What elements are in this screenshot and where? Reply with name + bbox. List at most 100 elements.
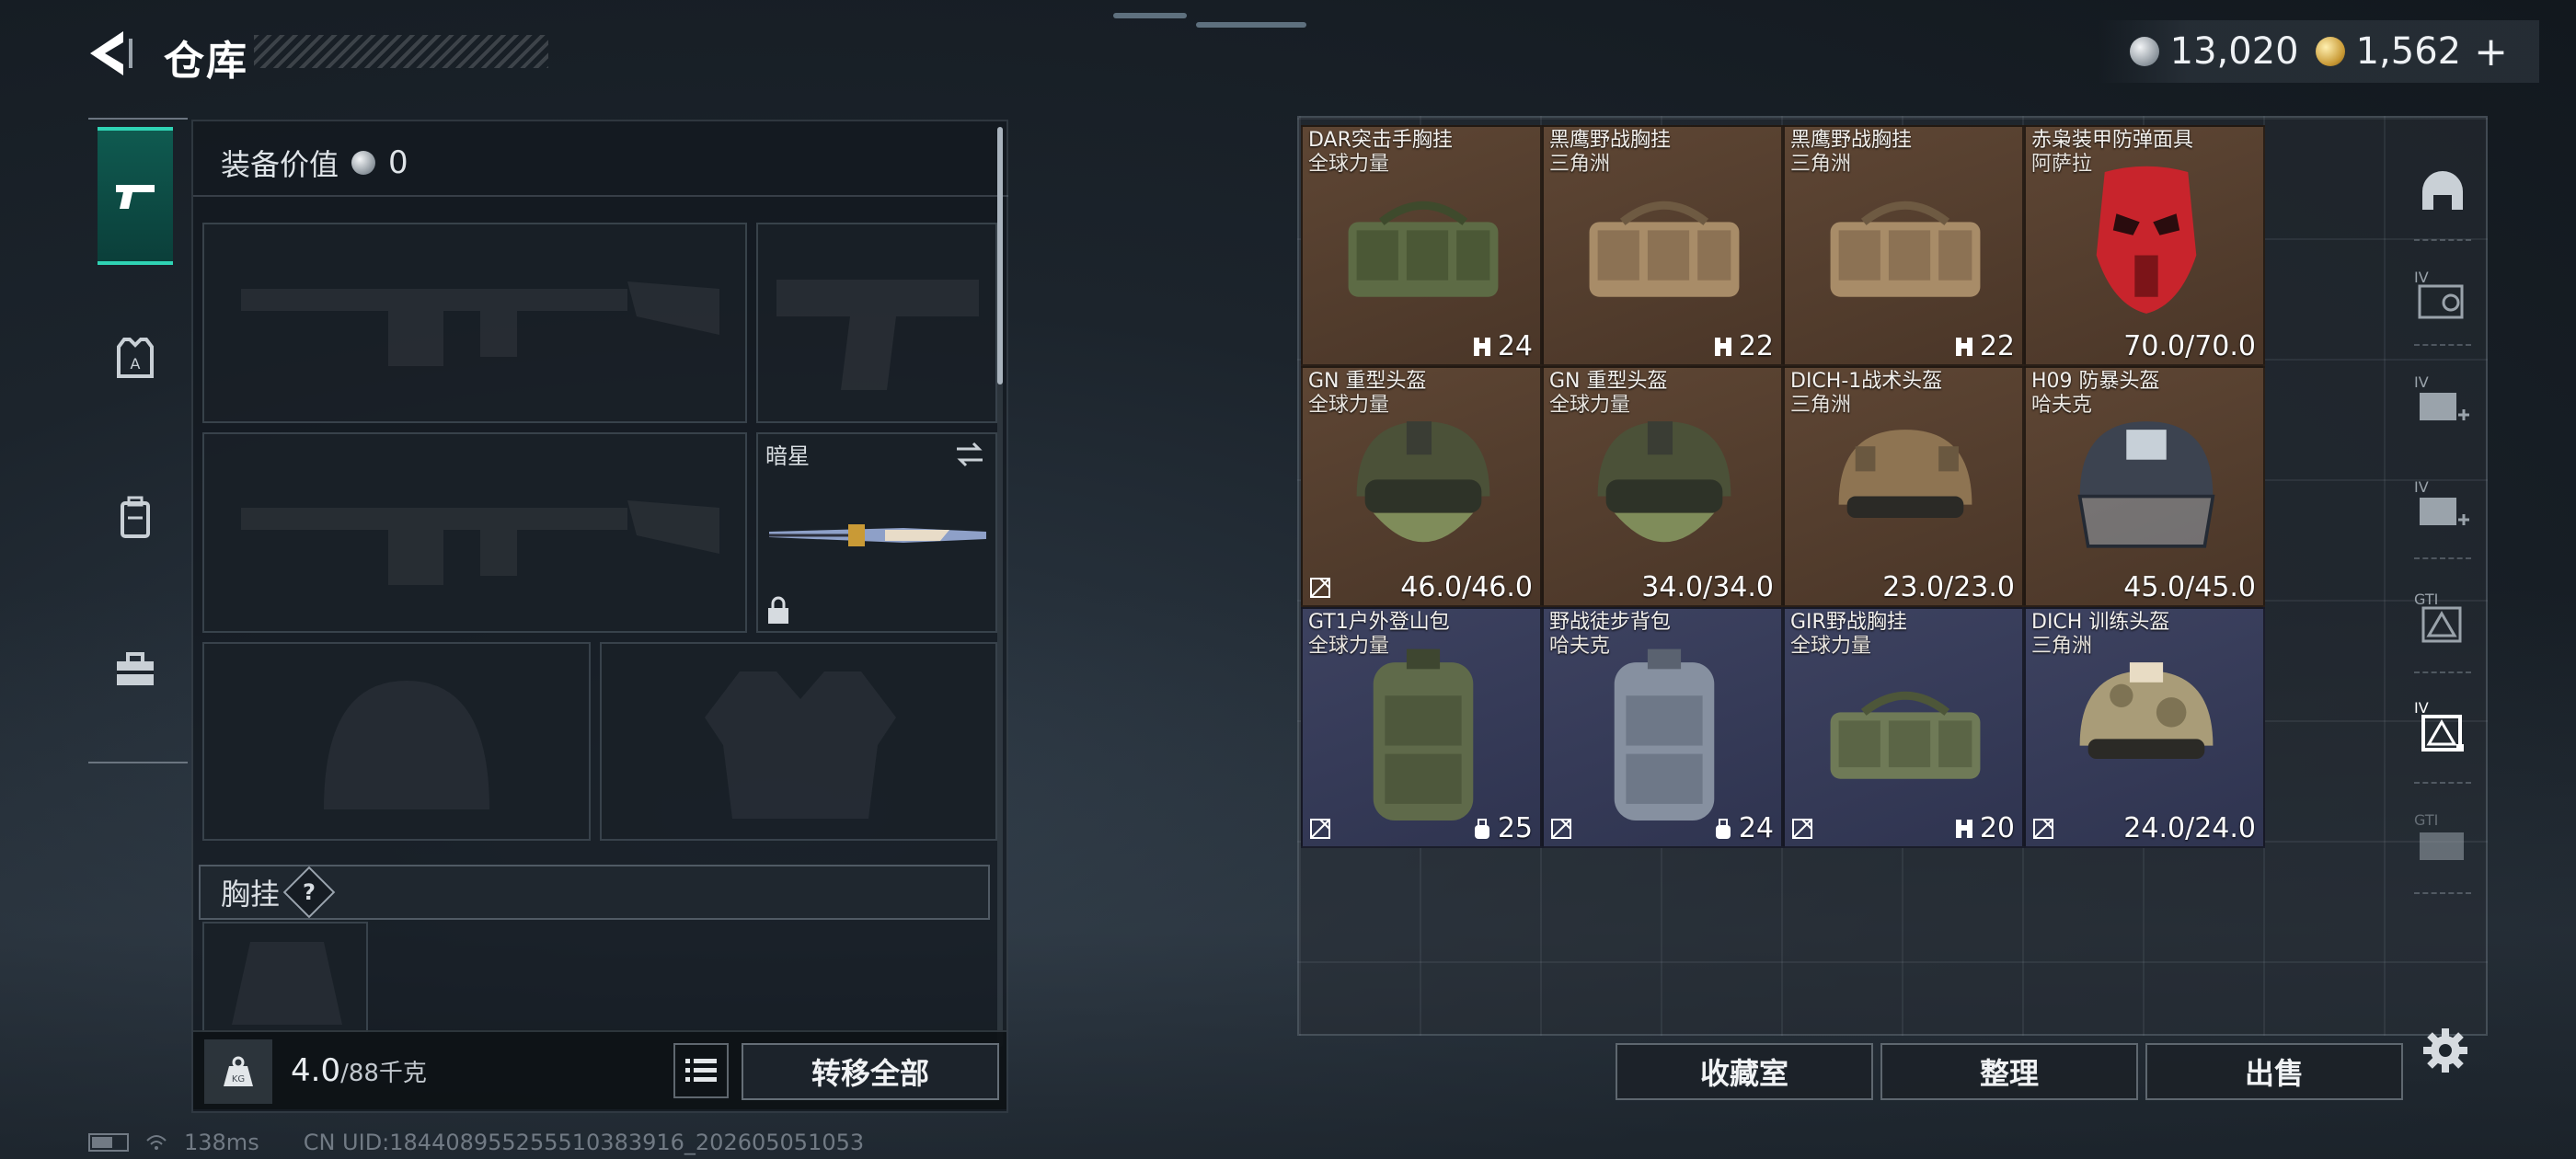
stash-item[interactable]: 黑鹰野战胸挂 三角洲 22	[1542, 125, 1783, 366]
swap-icon[interactable]	[953, 438, 986, 471]
stash-item[interactable]: GIR野战胸挂 全球力量 20	[1783, 607, 2024, 848]
item-stat: 70.0/70.0	[2123, 330, 2256, 362]
pistol-icon	[116, 185, 155, 209]
item-stat: 22	[1954, 330, 2015, 362]
gold-currency[interactable]: 1,562 +	[2315, 29, 2508, 75]
stash-item[interactable]: 赤枭装甲防弹面具 阿萨拉 70.0/70.0	[2024, 125, 2265, 366]
item-faction: 全球力量	[1790, 635, 1872, 658]
svg-text:IV: IV	[2414, 699, 2429, 717]
chest-rig-slot[interactable]	[202, 922, 368, 1032]
stash-grid: DAR突击手胸挂 全球力量 24 黑鹰野战胸挂 三角洲 22 黑鹰野战胸挂 三角洲 22 赤枭装甲…	[1301, 125, 2480, 1027]
list-icon	[685, 1059, 717, 1082]
ping-value: 138ms	[184, 1130, 259, 1155]
stash-item[interactable]: DICH-1战术头盔 三角洲 23.0/23.0	[1783, 366, 2024, 607]
item-stat-value: 24	[1738, 812, 1774, 844]
silver-coin-icon	[351, 151, 376, 175]
pistol-slot[interactable]	[756, 223, 997, 423]
knife-icon	[769, 524, 986, 546]
item-faction: 全球力量	[1308, 635, 1390, 658]
item-stat-value: 70.0/70.0	[2123, 330, 2256, 362]
backpack-green-image	[1373, 648, 1474, 820]
filter-medkit-iv[interactable]: IV	[2401, 357, 2484, 449]
body-armor-slot[interactable]	[600, 642, 997, 841]
chest-rig-green-image	[1348, 201, 1499, 297]
item-stat: 23.0/23.0	[1882, 571, 2015, 603]
item-stat: 24	[1472, 330, 1533, 362]
svg-text:A: A	[131, 355, 141, 373]
add-currency-button[interactable]: +	[2474, 29, 2508, 75]
lock-icon	[768, 596, 788, 624]
item-faction: 哈夫克	[2031, 394, 2093, 417]
tab-backpack[interactable]	[98, 449, 173, 587]
item-stat: 25	[1472, 812, 1533, 844]
item-name: GIR野战胸挂	[1790, 611, 1907, 634]
collection-room-button[interactable]: 收藏室	[1616, 1043, 1873, 1100]
chest-rig-tan-image	[1830, 201, 1981, 297]
weight-display: 4.0/88千克	[291, 1052, 427, 1089]
item-stat-value: 46.0/46.0	[1400, 571, 1533, 603]
item-stat-value: 22	[1979, 330, 2015, 362]
stash-item[interactable]: H09 防暴头盔 哈夫克 45.0/45.0	[2024, 366, 2265, 607]
stash-item[interactable]: DAR突击手胸挂 全球力量 24	[1301, 125, 1542, 366]
melee-slot[interactable]: 暗星	[756, 432, 997, 633]
filter-chest-rig-iv[interactable]: IV	[2401, 252, 2484, 344]
weight-icon: KG	[224, 1056, 253, 1086]
primary-weapon-slot[interactable]	[202, 223, 747, 423]
no-insure-icon	[2031, 817, 2055, 841]
chest-rig-iv-icon: IV	[2414, 269, 2464, 319]
item-stat-value: 34.0/34.0	[1641, 571, 1774, 603]
loadout-scrollbar[interactable]	[997, 127, 1003, 1047]
stash-item[interactable]: 野战徒步背包 哈夫克 24	[1542, 607, 1783, 848]
rifle-silhouette-icon	[241, 500, 719, 585]
item-name: DICH 训练头盔	[2031, 611, 2170, 634]
divider	[88, 762, 188, 763]
capacity-icon	[1714, 337, 1731, 356]
divider	[2414, 671, 2471, 673]
tab-kit[interactable]	[98, 602, 173, 740]
divider	[193, 195, 1008, 197]
transfer-all-button[interactable]: 转移全部	[742, 1043, 999, 1100]
back-button[interactable]	[85, 26, 140, 81]
sell-button[interactable]: 出售	[2145, 1043, 2403, 1100]
helmet-slot[interactable]	[202, 642, 591, 841]
item-stat-value: 23.0/23.0	[1882, 571, 2015, 603]
svg-text:IV: IV	[2414, 373, 2429, 391]
divider	[2414, 557, 2471, 559]
armor-vest-icon: A	[117, 338, 154, 378]
item-name: 黑鹰野战胸挂	[1549, 129, 1672, 152]
filter-rig-iv-active[interactable]: IV	[2401, 683, 2484, 775]
scrollbar-thumb[interactable]	[997, 127, 1003, 384]
filter-bag-gti[interactable]: GTI	[2401, 795, 2484, 887]
category-filters: IV IV IV GTI IV GTI	[2401, 123, 2484, 1025]
filter-helmet[interactable]	[2401, 147, 2484, 239]
item-faction: 三角洲	[1790, 153, 1852, 176]
red-mask-image	[2096, 166, 2197, 314]
item-faction: 阿萨拉	[2031, 153, 2093, 176]
title-decoration	[254, 35, 548, 68]
no-insure-icon	[1308, 817, 1332, 841]
equip-value: 装备价值 0	[221, 142, 408, 184]
silver-coin-icon	[2129, 37, 2159, 66]
stash-item[interactable]: DICH 训练头盔 三角洲 24.0/24.0	[2024, 607, 2265, 848]
filter-rig-gti[interactable]: GTI	[2401, 574, 2484, 666]
settings-button[interactable]	[2418, 1023, 2473, 1078]
svg-text:GTI: GTI	[2414, 591, 2438, 608]
secondary-weapon-slot[interactable]	[202, 432, 747, 633]
stash-item[interactable]: GN 重型头盔 全球力量 46.0/46.0	[1301, 366, 1542, 607]
sort-button[interactable]: 整理	[1880, 1043, 2138, 1100]
tab-armor[interactable]: A	[98, 289, 173, 427]
filter-medkit-iv-2[interactable]: IV	[2401, 462, 2484, 554]
divider	[2414, 239, 2471, 241]
helmet-green-visor-image	[1597, 421, 1731, 543]
bag-icon	[1474, 818, 1489, 839]
stash-item[interactable]: GT1户外登山包 全球力量 25	[1301, 607, 1542, 848]
chest-rig-silhouette-icon	[232, 942, 342, 1025]
item-name: GN 重型头盔	[1549, 370, 1668, 393]
tab-weapons[interactable]	[98, 127, 173, 265]
item-faction: 全球力量	[1308, 153, 1390, 176]
list-view-button[interactable]	[673, 1043, 729, 1098]
stash-item[interactable]: GN 重型头盔 全球力量 34.0/34.0	[1542, 366, 1783, 607]
stash-item[interactable]: 黑鹰野战胸挂 三角洲 22	[1783, 125, 2024, 366]
helmet-green-visor-image	[1356, 421, 1490, 543]
help-button[interactable]: ?	[282, 866, 336, 919]
